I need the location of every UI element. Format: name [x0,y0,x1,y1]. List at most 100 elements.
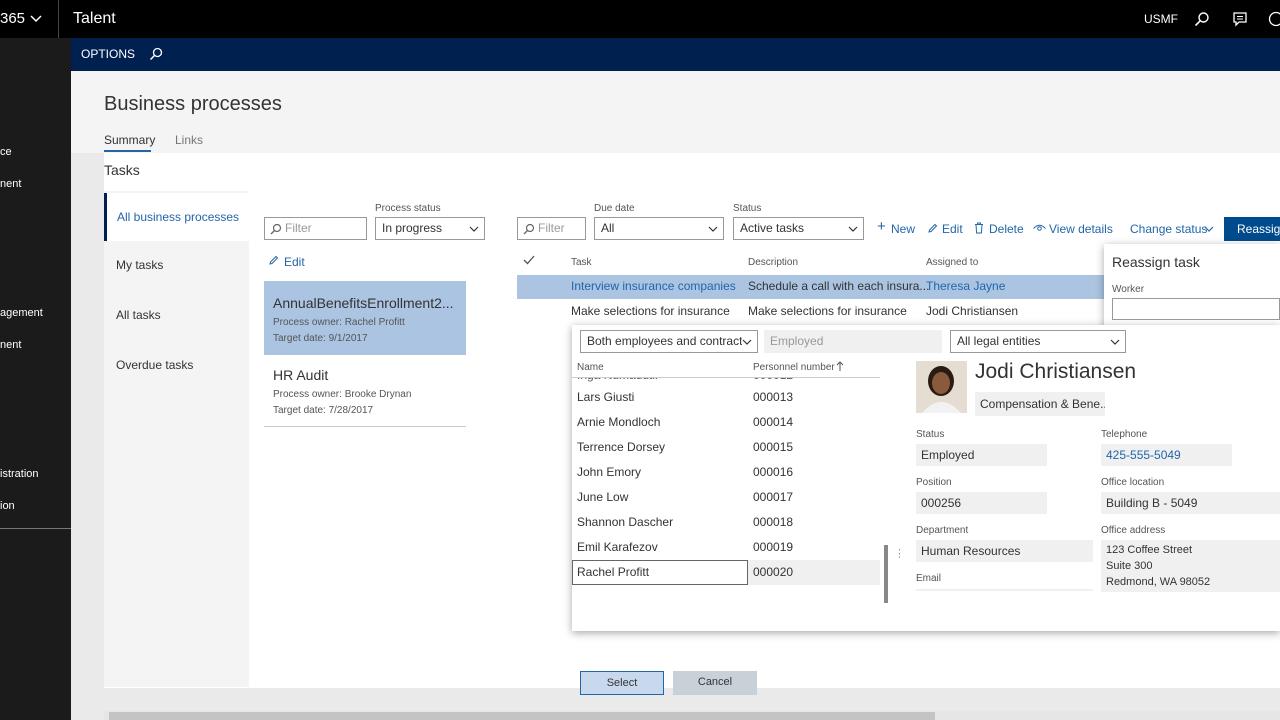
process-status-dropdown[interactable]: In progress [375,217,485,240]
splitter-handle[interactable]: ⋮ [894,547,905,560]
table-row[interactable]: Arnie Mondloch 000014 [572,410,880,435]
edit-icon [928,223,938,233]
department-label: Department [916,525,969,536]
search-icon[interactable] [1194,11,1210,27]
top-bar: 365 Talent USMF [0,0,1280,38]
company-selector[interactable]: USMF [1144,0,1178,38]
telephone-value[interactable]: 425-555-5049 [1101,444,1232,466]
brand-label: 365 [0,10,26,27]
employment-type-value: Both employees and contract... [587,334,753,348]
lookup-number: 000020 [753,565,794,579]
nav-item[interactable]: ion [0,500,15,512]
reassign-panel: Reassign task Worker [1104,244,1280,329]
chevron-down-icon [708,226,718,232]
employment-status-field[interactable]: Employed [764,330,942,353]
cancel-button[interactable]: Cancel [673,671,757,695]
nav-item[interactable]: nent [0,339,21,351]
column-header-personnel-number[interactable]: Personnel number [753,362,835,373]
sidenav-item-my-tasks[interactable]: My tasks [116,258,163,272]
process-card[interactable]: HR Audit Process owner: Brooke Drynan Ta… [264,359,466,427]
sidenav-item-all-processes[interactable]: All business processes [104,193,249,241]
table-row[interactable]: Lars Giusti 000013 [572,385,880,410]
delete-button[interactable]: Delete [989,222,1024,236]
column-header-assigned-to[interactable]: Assigned to [926,257,978,268]
nav-item[interactable]: nent [0,178,21,190]
nav-item[interactable]: ce [0,146,12,158]
reassign-label: Reassign [1237,222,1280,236]
column-header-task[interactable]: Task [571,257,592,268]
employment-status-value: Employed [770,334,824,348]
view-details-button[interactable]: View details [1049,222,1113,236]
task-description: Make selections for insurance [748,304,907,318]
task-filter-input[interactable]: Filter [517,217,586,240]
address-line: 123 Coffee Street [1106,544,1193,556]
office-location-label: Office location [1101,477,1165,488]
task-description: Schedule a call with each insura... [748,279,930,293]
legal-entity-dropdown[interactable]: All legal entities [950,330,1126,353]
sidenav-item-all-tasks[interactable]: All tasks [116,308,161,322]
action-pane: OPTIONS [71,38,1280,71]
department-value: Human Resources [916,540,1093,562]
plus-icon: + [877,218,886,235]
reassign-button[interactable]: Reassign [1224,217,1280,241]
chevron-down-icon [469,226,479,232]
table-row[interactable]: June Low 000017 [572,485,880,510]
process-filter-input[interactable]: Filter [264,217,367,240]
select-button-label: Select [606,677,638,689]
process-card-selected[interactable]: AnnualBenefitsEnrollment2... Process own… [264,281,466,355]
due-date-value: All [601,221,615,235]
scrollbar-thumb[interactable] [884,545,888,603]
process-owner: Process owner: Brooke Drynan [273,389,412,400]
edit-button[interactable]: Edit [942,222,963,236]
process-name: HR Audit [273,367,329,383]
edit-icon[interactable] [268,255,279,266]
contact-role: Compensation & Bene... [980,397,1105,411]
sidenav-item-overdue-tasks[interactable]: Overdue tasks [116,358,193,372]
due-date-label: Due date [594,203,635,214]
nav-item[interactable]: agement [0,307,43,319]
status-label: Status [733,203,762,214]
telephone-label: Telephone [1101,429,1148,440]
process-edit-button[interactable]: Edit [284,255,305,269]
chevron-down-icon [848,226,858,232]
check-icon[interactable] [523,255,535,265]
office-location-value: Building B - 5049 [1101,492,1280,514]
scrollbar-thumb[interactable] [109,712,935,720]
search-icon[interactable] [149,47,163,61]
column-header-description[interactable]: Description [748,257,798,268]
table-row[interactable]: John Emory 000016 [572,460,880,485]
tab-links[interactable]: Links [175,133,203,147]
address-line: Redmond, WA 98052 [1106,576,1211,588]
position-label: Position [916,477,952,488]
nav-item[interactable]: istration [0,468,39,480]
chevron-down-icon[interactable] [30,14,42,24]
task-assignee[interactable]: Theresa Jayne [926,274,1005,299]
page-title: Business processes [104,93,282,115]
task-assignee[interactable]: Jodi Christiansen [926,299,1018,324]
lookup-number: 000016 [753,465,794,479]
task-name[interactable]: Make selections for insurance [571,299,730,324]
message-icon[interactable] [1232,11,1248,27]
task-name[interactable]: Interview insurance companies [571,274,736,299]
worker-input[interactable] [1112,298,1280,320]
table-row[interactable]: Terrence Dorsey 000015 [572,435,880,460]
status-value: Active tasks [740,221,805,235]
new-button[interactable]: New [891,222,915,236]
smiley-icon[interactable] [1268,11,1280,27]
due-date-dropdown[interactable]: All [594,217,724,240]
search-icon [270,223,282,235]
column-header-name[interactable]: Name [577,362,604,373]
trash-icon [975,222,983,234]
options-tab[interactable]: OPTIONS [81,38,135,71]
table-row-active[interactable]: Rachel Profitt 000020 [572,560,880,585]
status-dropdown[interactable]: Active tasks [733,217,864,240]
change-status-button[interactable]: Change status [1130,222,1207,236]
lookup-name[interactable]: Rachel Profitt [577,560,649,585]
employment-type-dropdown[interactable]: Both employees and contract... [580,330,758,353]
email-label: Email [916,573,942,584]
table-row[interactable]: Shannon Dascher 000018 [572,510,880,535]
tab-summary[interactable]: Summary [104,133,155,147]
select-button[interactable]: Select [580,671,664,695]
contact-role-badge: Compensation & Bene... [975,392,1105,416]
table-row[interactable]: Emil Karafezov 000019 [572,535,880,560]
